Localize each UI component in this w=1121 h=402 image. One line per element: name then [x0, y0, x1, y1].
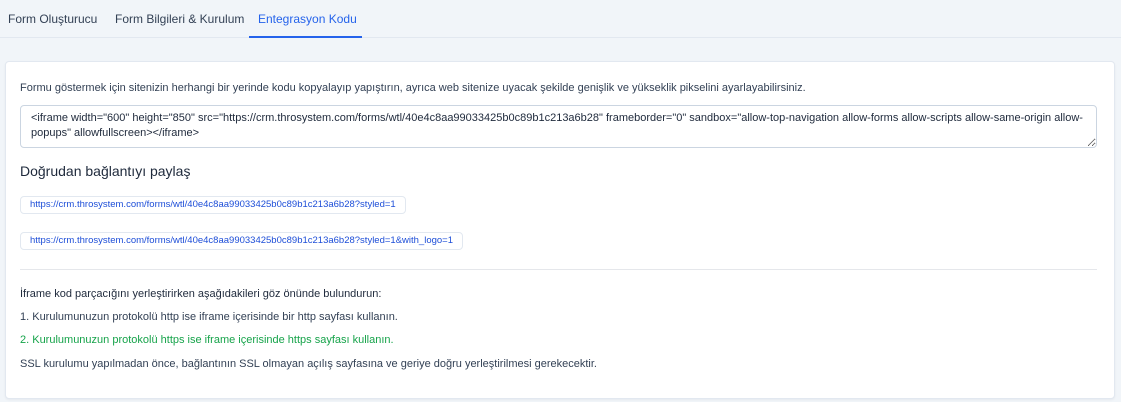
- direct-link-styled[interactable]: https://crm.throsystem.com/forms/wtl/40e…: [20, 196, 406, 214]
- direct-link-heading: Doğrudan bağlantıyı paylaş: [20, 163, 191, 179]
- iframe-notes-title: İframe kod parçacığını yerleştirirken aş…: [20, 288, 382, 300]
- embed-code-textarea[interactable]: <iframe width="600" height="850" src="ht…: [20, 105, 1097, 148]
- direct-link-styled-with-logo[interactable]: https://crm.throsystem.com/forms/wtl/40e…: [20, 232, 464, 250]
- tab-bar: Form Oluşturucu Form Bilgileri & Kurulum…: [0, 0, 1121, 38]
- integration-intro: Formu göstermek için sitenizin herhangi …: [20, 82, 806, 94]
- tab-integration-code[interactable]: Entegrasyon Kodu: [249, 0, 362, 38]
- tab-form-info-setup[interactable]: Form Bilgileri & Kurulum: [115, 0, 244, 38]
- iframe-note-http: 1. Kurulumunuzun protokolü http ise ifra…: [20, 311, 398, 323]
- section-divider: [20, 269, 1097, 270]
- iframe-note-ssl: SSL kurulumu yapılmadan önce, bağlantını…: [20, 358, 597, 370]
- iframe-note-https: 2. Kurulumunuzun protokolü https ise ifr…: [20, 334, 394, 346]
- integration-card: Formu göstermek için sitenizin herhangi …: [5, 61, 1115, 399]
- tab-form-builder[interactable]: Form Oluşturucu: [8, 0, 97, 38]
